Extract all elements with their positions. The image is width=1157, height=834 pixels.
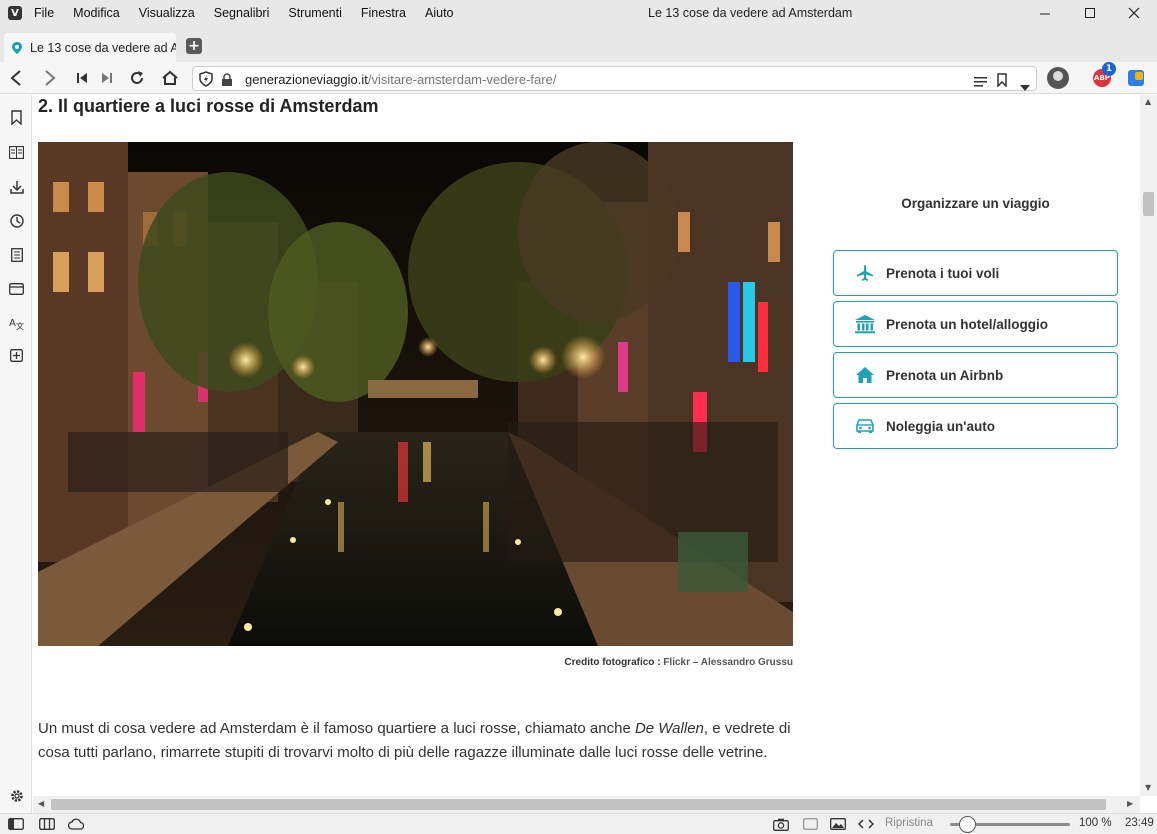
photo-credit: Credito fotografico : Flickr – Alessandr… (38, 657, 793, 668)
settings-gear-icon[interactable] (9, 788, 24, 803)
red-light-district-photo (38, 142, 793, 646)
menu-bar: V File Modifica Visualizza Segnalibri St… (0, 0, 1157, 26)
bookmark-page-icon[interactable] (997, 72, 1007, 91)
menu-finestra[interactable]: Finestra (361, 6, 406, 20)
car-icon (854, 416, 876, 436)
maximize-icon[interactable] (1067, 0, 1113, 26)
url-domain: generazioneviaggio.it (245, 72, 368, 87)
web-page-content: 2. Il quartiere a luci rosse di Amsterda… (33, 95, 1140, 796)
downloads-icon[interactable] (9, 179, 24, 194)
paragraph-emphasis: De Wallen (634, 720, 704, 737)
hotel-icon (854, 314, 876, 334)
menu-aiuto[interactable]: Aiuto (425, 6, 454, 20)
extension-badge-count: 1 (1102, 62, 1116, 76)
panel-toggle-icon[interactable] (8, 817, 24, 831)
address-field[interactable]: generazioneviaggio.it/visitare-amsterdam… (192, 66, 1037, 91)
svg-text:A: A (9, 318, 16, 329)
fast-forward-button[interactable] (97, 68, 117, 88)
profile-avatar[interactable] (1047, 67, 1069, 89)
new-tab-button[interactable]: + (186, 38, 202, 54)
reload-button[interactable] (127, 68, 147, 88)
svg-text:文: 文 (16, 321, 24, 330)
extension-icon[interactable] (1128, 70, 1144, 86)
minimize-icon[interactable] (1022, 0, 1068, 26)
airplane-icon (854, 263, 876, 283)
navigation-bar: generazioneviaggio.it/visitare-amsterdam… (0, 62, 1157, 94)
book-airbnb-button[interactable]: Prenota un Airbnb (833, 352, 1118, 398)
zoom-slider-knob[interactable] (959, 816, 977, 833)
lock-icon (221, 72, 233, 91)
vertical-scrollbar[interactable]: ▲ ▼ (1140, 95, 1157, 796)
clock: 23:49 (1125, 817, 1154, 829)
house-icon (854, 365, 876, 385)
window-panel-icon[interactable] (9, 281, 24, 296)
tab-tiling-icon[interactable] (39, 817, 55, 831)
horizontal-scrollbar[interactable]: ◀ ▶ (33, 796, 1140, 813)
reading-list-icon[interactable] (9, 145, 24, 160)
window-title: Le 13 cose da vedere ad Amsterdam (648, 6, 853, 20)
site-favicon-icon (12, 41, 22, 54)
images-toggle-icon[interactable] (830, 817, 846, 831)
book-airbnb-label: Prenota un Airbnb (886, 367, 1004, 383)
page-actions-icon[interactable] (858, 817, 874, 831)
page-tiling-icon[interactable] (802, 817, 818, 831)
url-path: /visitare-amsterdam-vedere-fare/ (367, 72, 557, 87)
credit-label: Credito fotografico : (564, 657, 661, 668)
scroll-left-icon[interactable]: ◀ (38, 799, 44, 808)
article-paragraph: Un must di cosa vedere ad Amsterdam è il… (38, 717, 808, 765)
close-window-icon[interactable] (1111, 0, 1157, 26)
sidebar-title: Organizzare un viaggio (901, 196, 1050, 211)
vertical-scroll-thumb[interactable] (1143, 192, 1154, 216)
dropdown-chevron-icon[interactable] (1020, 76, 1030, 95)
credit-source: Flickr – Alessandro Grussu (663, 657, 793, 668)
horizontal-scroll-thumb[interactable] (51, 799, 1106, 810)
book-hotel-button[interactable]: Prenota un hotel/alloggio (833, 301, 1118, 347)
reader-view-icon[interactable] (974, 73, 987, 92)
zoom-level: 100 % (1079, 817, 1112, 829)
tab-bar: Le 13 cose da vedere ad An + (0, 26, 1157, 62)
section-heading: 2. Il quartiere a luci rosse di Amsterda… (38, 96, 379, 116)
capture-camera-icon[interactable] (773, 817, 789, 831)
notes-icon[interactable] (9, 247, 24, 262)
menu-modifica[interactable]: Modifica (73, 6, 120, 20)
tab-active[interactable]: Le 13 cose da vedere ad An (4, 33, 176, 62)
rent-car-button[interactable]: Noleggia un'auto (833, 403, 1118, 449)
scroll-right-icon[interactable]: ▶ (1127, 799, 1133, 808)
book-hotel-label: Prenota un hotel/alloggio (886, 316, 1048, 332)
back-button[interactable] (6, 68, 26, 88)
bookmarks-panel-icon[interactable] (9, 110, 24, 125)
tab-title: Le 13 cose da vedere ad An (30, 40, 176, 55)
menu-segnalibri[interactable]: Segnalibri (214, 6, 270, 20)
url-text[interactable]: generazioneviaggio.it/visitare-amsterdam… (245, 72, 556, 87)
site-info-icon[interactable] (199, 71, 213, 91)
status-bar: Ripristina 100 % 23:49 (0, 813, 1157, 834)
translate-icon[interactable]: A文 (9, 315, 24, 330)
vivaldi-logo-icon[interactable]: V (8, 6, 22, 20)
side-panel: A文 (0, 95, 32, 814)
scroll-up-icon[interactable]: ▲ (1145, 97, 1151, 106)
menu-strumenti[interactable]: Strumenti (288, 6, 342, 20)
paragraph-text: Un must di cosa vedere ad Amsterdam è il… (38, 720, 635, 737)
menu-file[interactable]: File (34, 6, 54, 20)
scroll-down-icon[interactable]: ▼ (1145, 783, 1151, 792)
forward-button[interactable] (40, 68, 60, 88)
book-flights-button[interactable]: Prenota i tuoi voli (833, 250, 1118, 296)
book-flights-label: Prenota i tuoi voli (886, 265, 1000, 281)
zoom-reset-button[interactable]: Ripristina (885, 817, 933, 829)
history-icon[interactable] (9, 213, 24, 228)
sync-cloud-icon[interactable] (68, 817, 84, 831)
add-web-panel-icon[interactable] (9, 348, 24, 363)
rewind-button[interactable] (72, 68, 92, 88)
home-button[interactable] (160, 68, 180, 88)
rent-car-label: Noleggia un'auto (886, 418, 995, 434)
menu-visualizza[interactable]: Visualizza (139, 6, 195, 20)
